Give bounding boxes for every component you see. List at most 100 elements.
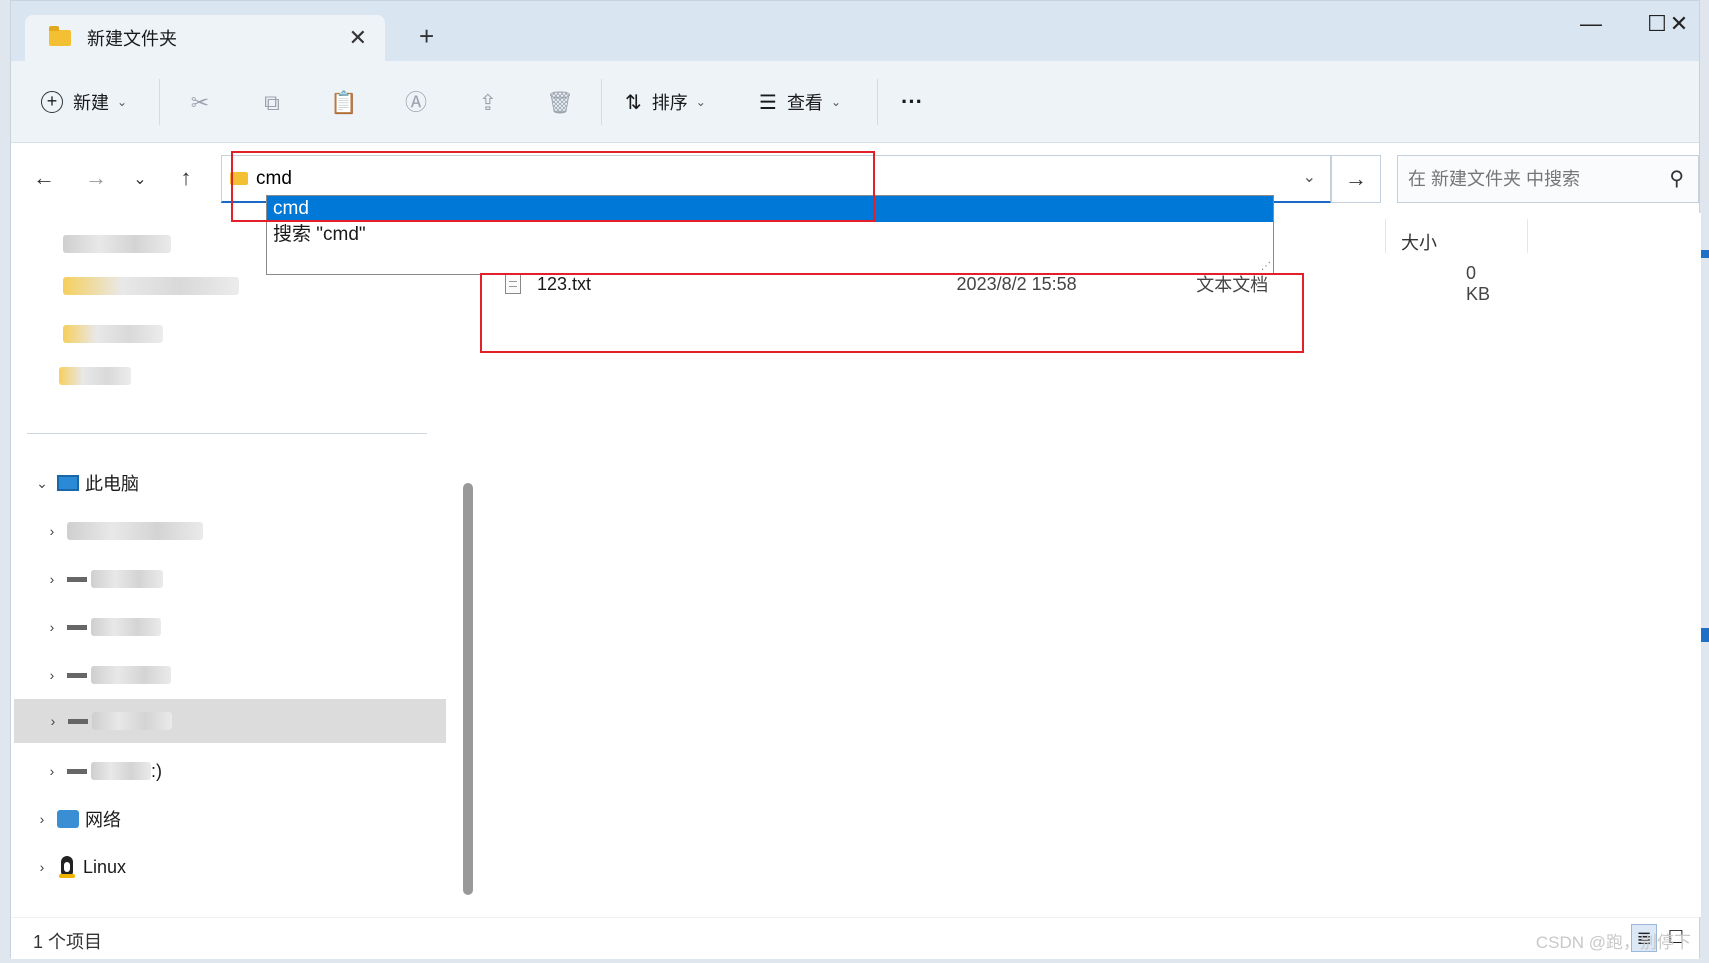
tab-new-folder[interactable]: 新建文件夹 ✕ xyxy=(25,15,385,61)
blurred-item xyxy=(91,666,171,684)
folder-icon xyxy=(230,172,248,185)
chevron-down-icon[interactable]: ⌄ xyxy=(1303,167,1316,187)
autocomplete-item-search[interactable]: 搜索 "cmd" xyxy=(267,222,1273,248)
sidebar-item-linux[interactable]: › Linux xyxy=(27,845,447,889)
watermark: CSDN @跑，别停下 xyxy=(1535,933,1691,952)
drive-icon xyxy=(67,624,87,630)
copy-icon[interactable]: ⧉ xyxy=(258,89,286,117)
toolbar-separator xyxy=(159,79,160,125)
sidebar-item-drive[interactable]: › xyxy=(37,653,457,697)
delete-icon[interactable]: 🗑 xyxy=(546,89,574,117)
blurred-item xyxy=(91,570,163,588)
recent-locations-chevron-icon[interactable]: ⌄ xyxy=(125,169,155,189)
up-arrow-icon[interactable]: ↑ xyxy=(171,165,201,191)
edge-mark xyxy=(1701,628,1709,642)
drive-icon xyxy=(67,672,87,678)
blurred-item xyxy=(91,762,151,780)
chevron-right-icon[interactable]: › xyxy=(37,571,67,587)
sidebar-item-drive-selected[interactable]: › xyxy=(14,699,446,743)
sidebar-item-drive[interactable]: › xyxy=(37,605,457,649)
search-box[interactable]: ⚲ xyxy=(1397,155,1699,203)
blurred-item xyxy=(92,712,172,730)
forward-arrow-icon[interactable]: → xyxy=(81,165,111,191)
chevron-right-icon[interactable]: › xyxy=(27,811,57,827)
resize-grip-icon[interactable]: ⋰ xyxy=(1261,261,1271,272)
sidebar-divider xyxy=(27,433,427,434)
sort-icon: ⇅ xyxy=(625,91,642,114)
close-tab-icon[interactable]: ✕ xyxy=(349,25,367,51)
column-separator[interactable] xyxy=(1385,219,1386,253)
rename-icon[interactable]: Ⓐ xyxy=(402,89,430,117)
tab-title: 新建文件夹 xyxy=(87,29,177,49)
blurred-item xyxy=(63,277,239,295)
edge-mark xyxy=(1701,250,1709,258)
column-separator[interactable] xyxy=(1527,219,1528,253)
computer-icon xyxy=(57,475,79,491)
title-bar: 新建文件夹 ✕ + — ☐ ✕ xyxy=(11,1,1699,61)
toolbar-separator xyxy=(877,79,878,125)
blurred-item xyxy=(59,367,131,385)
view-button-label: 查看 xyxy=(786,93,823,113)
address-input[interactable] xyxy=(256,167,1156,190)
sidebar-item-drive[interactable]: › xyxy=(37,509,457,553)
chevron-right-icon[interactable]: › xyxy=(38,713,68,729)
new-button-label: 新建 xyxy=(73,93,109,113)
close-window-button[interactable]: ✕ xyxy=(1659,11,1699,37)
chevron-down-icon[interactable]: ⌄ xyxy=(27,475,57,492)
search-icon[interactable]: ⚲ xyxy=(1669,166,1684,191)
item-count: 1 个项目 xyxy=(33,932,103,952)
file-list-pane: 大小 123.txt 2023/8/2 15:58 文本文档 0 KB xyxy=(481,213,1701,917)
chevron-right-icon[interactable]: › xyxy=(37,523,67,539)
chevron-right-icon[interactable]: › xyxy=(37,763,67,779)
navigation-pane: ⌄ 此电脑 › › › › › ›:) › 网络 › Linux xyxy=(11,213,451,917)
autocomplete-dropdown: cmd 搜索 "cmd" ⋰ xyxy=(266,195,1274,275)
toolbar-separator xyxy=(601,79,602,125)
cut-icon[interactable]: ✂ xyxy=(186,89,214,117)
minimize-button[interactable]: — xyxy=(1571,11,1611,37)
new-tab-button[interactable]: + xyxy=(419,23,434,49)
chevron-right-icon[interactable]: › xyxy=(37,619,67,635)
add-circle-icon: + xyxy=(41,91,63,113)
sort-button-label: 排序 xyxy=(651,93,688,113)
file-explorer-window: 新建文件夹 ✕ + — ☐ ✕ + 新建 ⌄ ✂ ⧉ 📋 Ⓐ ⇪ 🗑 ⇅ 排序 … xyxy=(10,0,1701,959)
status-bar: 1 个项目 ≣ ☐ xyxy=(11,917,1699,959)
sidebar-item-label: 此电脑 xyxy=(85,474,139,494)
blurred-item xyxy=(63,235,171,253)
drive-icon xyxy=(68,718,88,724)
folder-icon xyxy=(49,26,71,46)
search-input[interactable] xyxy=(1408,168,1658,190)
autocomplete-item-cmd[interactable]: cmd xyxy=(267,196,1273,222)
sidebar-item-label: Linux xyxy=(83,856,127,877)
sort-button[interactable]: ⇅ 排序 ⌄ xyxy=(625,85,706,119)
chevron-right-icon[interactable]: › xyxy=(27,859,57,875)
file-size: 0 KB xyxy=(1466,263,1491,304)
linux-penguin-icon xyxy=(57,856,77,878)
go-arrow-icon[interactable]: → xyxy=(1331,155,1381,203)
paste-icon[interactable]: 📋 xyxy=(330,89,358,117)
blurred-item xyxy=(91,618,161,636)
drive-icon xyxy=(67,768,87,774)
sidebar-item-label: 网络 xyxy=(85,810,121,830)
new-button[interactable]: + 新建 ⌄ xyxy=(41,85,127,119)
list-view-icon: ☰ xyxy=(759,91,777,114)
sidebar-scrollbar[interactable] xyxy=(463,483,473,895)
sidebar-item-this-pc[interactable]: ⌄ 此电脑 xyxy=(27,461,447,505)
back-arrow-icon[interactable]: ← xyxy=(29,165,59,191)
command-bar: + 新建 ⌄ ✂ ⧉ 📋 Ⓐ ⇪ 🗑 ⇅ 排序 ⌄ ☰ 查看 ⌄ ··· xyxy=(11,61,1699,143)
sidebar-item-drive[interactable]: › xyxy=(37,557,457,601)
more-options-button[interactable]: ··· xyxy=(901,85,923,119)
share-icon[interactable]: ⇪ xyxy=(474,89,502,117)
blurred-item xyxy=(63,325,163,343)
drive-label-partial: :) xyxy=(151,760,162,781)
blurred-item xyxy=(67,522,203,540)
text-file-icon xyxy=(505,274,521,294)
network-icon xyxy=(57,810,79,828)
drive-icon xyxy=(67,576,87,582)
view-button[interactable]: ☰ 查看 ⌄ xyxy=(759,85,841,119)
column-header-size[interactable]: 大小 xyxy=(1401,229,1437,255)
chevron-down-icon: ⌄ xyxy=(830,95,841,109)
file-name: 123.txt xyxy=(536,273,592,294)
sidebar-item-drive[interactable]: › :) xyxy=(37,749,457,793)
sidebar-item-network[interactable]: › 网络 xyxy=(27,797,447,841)
chevron-right-icon[interactable]: › xyxy=(37,667,67,683)
